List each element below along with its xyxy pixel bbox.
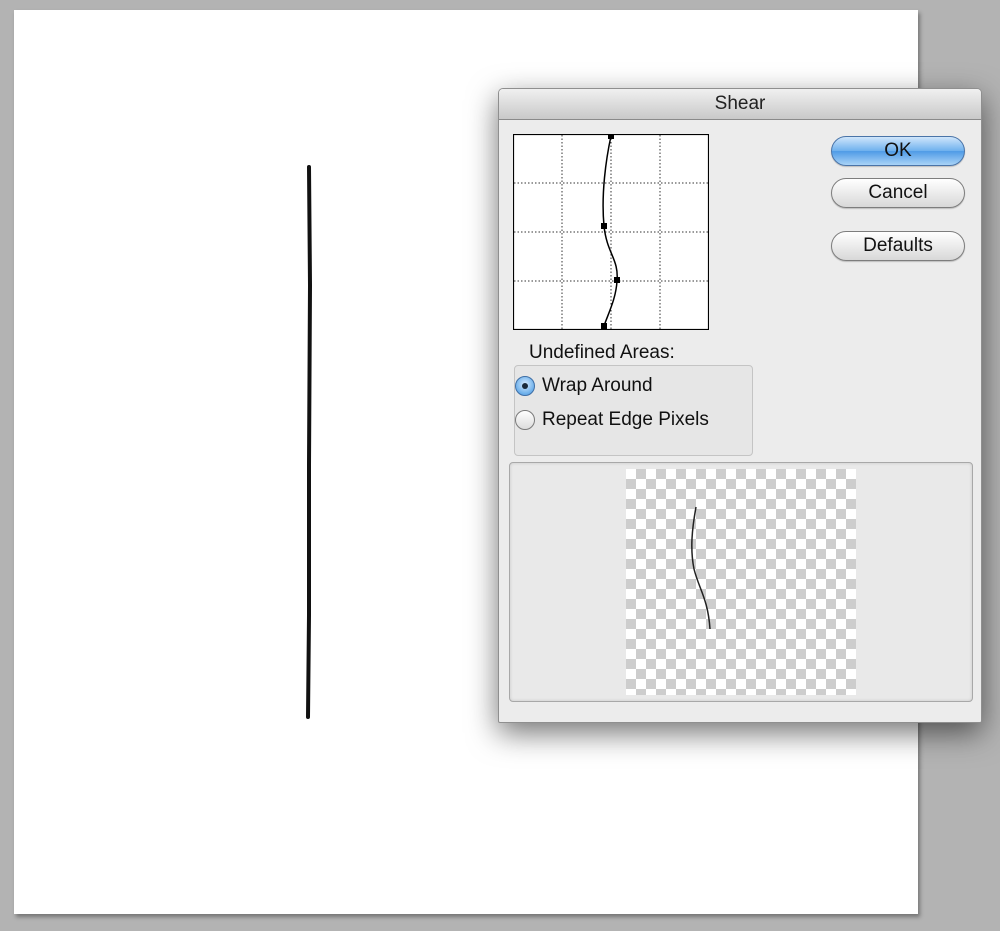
curve-point-top[interactable] (608, 134, 614, 139)
curve-point-upper[interactable] (601, 223, 607, 229)
preview-sheared-line (691, 506, 711, 630)
dialog-titlebar[interactable]: Shear (499, 89, 981, 120)
defaults-button[interactable]: Defaults (831, 231, 965, 261)
canvas-vertical-line (306, 165, 313, 719)
ok-button[interactable]: OK (831, 136, 965, 166)
shear-curve-editor[interactable] (513, 134, 709, 330)
repeat-edge-pixels-option[interactable]: Repeat Edge Pixels (515, 407, 709, 433)
preview-image[interactable] (626, 469, 856, 695)
wrap-around-label: Wrap Around (542, 375, 653, 396)
dialog-title: Shear (714, 93, 766, 114)
repeat-edge-pixels-radio[interactable] (515, 410, 535, 430)
repeat-edge-pixels-label: Repeat Edge Pixels (542, 409, 709, 430)
wrap-around-option[interactable]: Wrap Around (515, 373, 653, 399)
preview-panel (509, 462, 973, 702)
cancel-button[interactable]: Cancel (831, 178, 965, 208)
wrap-around-radio[interactable] (515, 376, 535, 396)
curve-point-lower[interactable] (614, 277, 620, 283)
curve-point-bottom[interactable] (601, 323, 607, 329)
undefined-areas-label: Undefined Areas: (529, 342, 675, 363)
shear-dialog: Shear OK Cancel Defaults Undefined Areas… (498, 88, 982, 723)
